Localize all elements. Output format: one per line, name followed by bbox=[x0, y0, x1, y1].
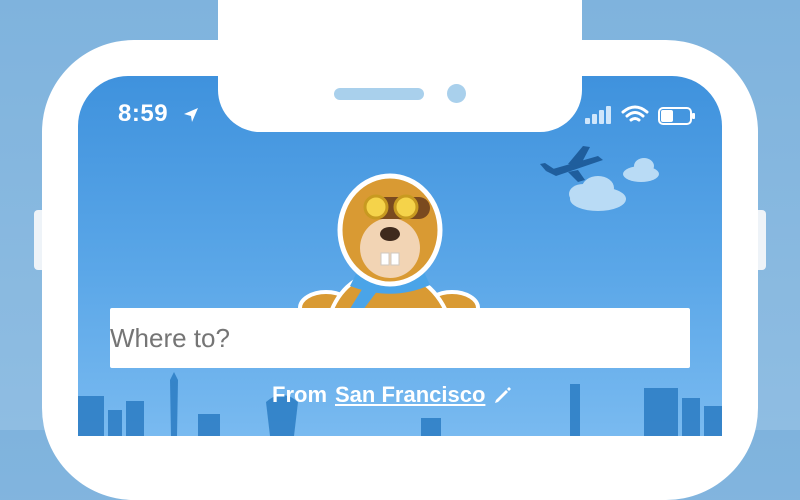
origin-prefix: From bbox=[272, 382, 327, 407]
battery-icon bbox=[658, 107, 695, 125]
status-icons bbox=[585, 105, 695, 125]
speaker-grille bbox=[334, 88, 424, 100]
origin-selector[interactable]: From San Francisco bbox=[272, 382, 513, 408]
cellular-signal-icon bbox=[585, 106, 611, 124]
origin-city[interactable]: San Francisco bbox=[335, 382, 485, 408]
phone-notch bbox=[218, 0, 582, 132]
wifi-icon bbox=[621, 105, 649, 122]
destination-search-input[interactable] bbox=[110, 308, 690, 368]
location-arrow-icon bbox=[184, 108, 198, 122]
status-icons-right bbox=[585, 102, 705, 132]
mascot-chipmunk bbox=[298, 173, 480, 326]
front-camera bbox=[447, 84, 466, 103]
pencil-icon[interactable] bbox=[493, 385, 513, 405]
status-time: 8:59 bbox=[118, 100, 169, 127]
